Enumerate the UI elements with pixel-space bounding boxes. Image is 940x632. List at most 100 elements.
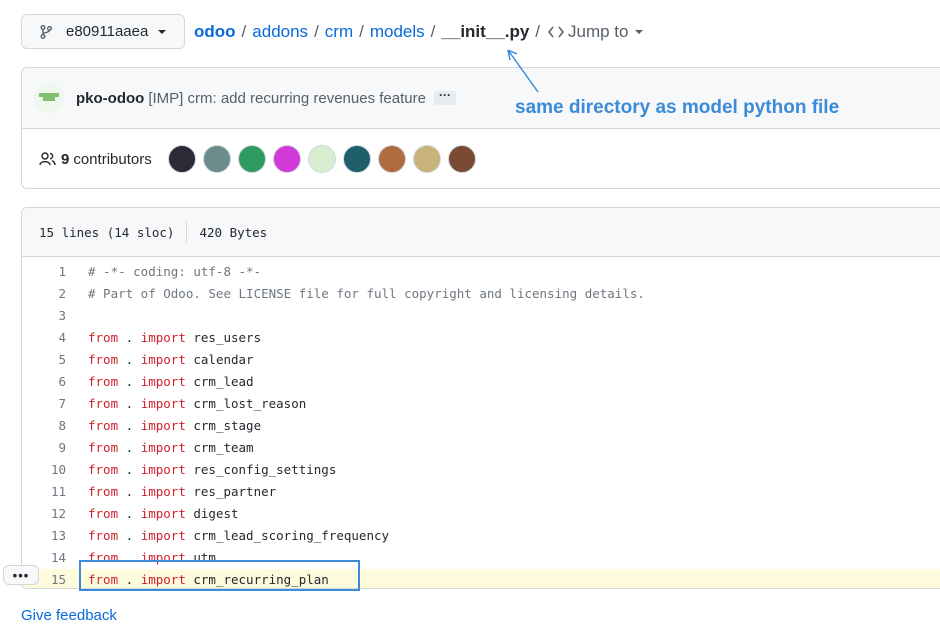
code-block: 1 # -*- coding: utf-8 -*- 2 # Part of Odoo.… xyxy=(22,257,940,588)
code-text: calendar xyxy=(185,352,254,367)
avatar[interactable] xyxy=(34,83,64,113)
file-size: 420 Bytes xyxy=(199,224,268,240)
line-number[interactable]: 11 xyxy=(22,481,66,503)
line-source: from . import crm_lost_reason xyxy=(88,393,306,415)
line-source: from . import crm_lead_scoring_frequency xyxy=(88,525,389,547)
branch-name: e80911aaea xyxy=(66,23,149,40)
contributor-avatar[interactable] xyxy=(412,145,441,173)
annotation-highlight-box xyxy=(79,560,360,591)
line-source: from . import crm_team xyxy=(88,437,254,459)
contributor-avatars xyxy=(167,145,483,173)
code-text: res_partner xyxy=(185,484,277,499)
jump-to-label: Jump to xyxy=(568,22,629,41)
code-text: crm_lost_reason xyxy=(185,396,307,411)
code-keyword: import xyxy=(140,396,186,411)
code-line: 2 # Part of Odoo. See LICENSE file for fu… xyxy=(22,283,940,305)
code-keyword: from xyxy=(88,462,119,477)
code-keyword: import xyxy=(140,484,186,499)
contributor-avatar[interactable] xyxy=(272,145,301,173)
code-text: . xyxy=(118,440,141,455)
code-text: crm_lead_scoring_frequency xyxy=(185,528,390,543)
code-text: . xyxy=(118,506,141,521)
commit-author-link[interactable]: pko-odoo xyxy=(76,90,144,107)
file-info-bar: 15 lines (14 sloc) 420 Bytes xyxy=(22,208,940,257)
line-source: # -*- coding: utf-8 -*- xyxy=(88,261,261,283)
code-icon xyxy=(548,25,564,39)
contributor-avatar[interactable] xyxy=(202,145,231,173)
breadcrumb-repo-link[interactable]: odoo xyxy=(194,22,236,42)
line-number[interactable]: 7 xyxy=(22,393,66,415)
chevron-down-icon xyxy=(634,30,643,34)
jump-to-button[interactable]: Jump to xyxy=(548,22,643,42)
code-keyword: import xyxy=(140,528,186,543)
line-number[interactable]: 2 xyxy=(22,283,66,305)
contributors-count[interactable]: 9 xyxy=(61,151,69,168)
line-source: from . import res_partner xyxy=(88,481,276,503)
code-line: 6 from . import crm_lead xyxy=(22,371,940,393)
line-options-button[interactable]: ••• xyxy=(3,565,39,585)
code-text: crm_lead xyxy=(185,374,254,389)
breadcrumb-models-link[interactable]: models xyxy=(370,22,425,42)
code-keyword: from xyxy=(88,374,119,389)
line-number[interactable]: 9 xyxy=(22,437,66,459)
code-text: res_config_settings xyxy=(185,462,337,477)
commit-message-link[interactable]: [IMP] crm: add recurring revenues featur… xyxy=(148,90,426,107)
file-lines-info: 15 lines (14 sloc) xyxy=(39,224,175,240)
code-comment: # Part of Odoo. See LICENSE file for ful… xyxy=(88,286,645,301)
line-number[interactable]: 6 xyxy=(22,371,66,393)
code-line: 12 from . import digest xyxy=(22,503,940,525)
contributor-avatar[interactable] xyxy=(447,145,476,173)
give-feedback-link[interactable]: Give feedback xyxy=(21,607,117,624)
line-source: from . import calendar xyxy=(88,349,254,371)
code-text: crm_team xyxy=(185,440,254,455)
contributor-avatar[interactable] xyxy=(307,145,336,173)
code-text: crm_stage xyxy=(185,418,262,433)
contributors-label[interactable]: contributors xyxy=(73,151,151,168)
line-number[interactable]: 3 xyxy=(22,305,66,327)
code-keyword: from xyxy=(88,396,119,411)
code-comment: # -*- coding: utf-8 -*- xyxy=(88,264,262,279)
line-number[interactable]: 10 xyxy=(22,459,66,481)
line-number[interactable]: 1 xyxy=(22,261,66,283)
line-source: from . import res_users xyxy=(88,327,261,349)
line-source: # Part of Odoo. See LICENSE file for ful… xyxy=(88,283,645,305)
code-text: . xyxy=(118,418,141,433)
code-text: . xyxy=(118,528,141,543)
latest-commit-box: pko-odoo [IMP] crm: add recurring revenu… xyxy=(21,67,940,189)
code-line: 7 from . import crm_lost_reason xyxy=(22,393,940,415)
line-number[interactable]: 4 xyxy=(22,327,66,349)
annotation-text: same directory as model python file xyxy=(515,97,840,118)
code-line: 5 from . import calendar xyxy=(22,349,940,371)
code-keyword: from xyxy=(88,484,119,499)
chevron-down-icon xyxy=(158,29,167,34)
line-number[interactable]: 12 xyxy=(22,503,66,525)
contributor-avatar[interactable] xyxy=(377,145,406,173)
code-line: 3 xyxy=(22,305,940,327)
breadcrumb-crm-link[interactable]: crm xyxy=(325,22,353,42)
line-source: from . import digest xyxy=(88,503,239,525)
code-line: 4 from . import res_users xyxy=(22,327,940,349)
code-text: . xyxy=(118,462,141,477)
breadcrumb-separator: / xyxy=(535,22,541,41)
code-text: . xyxy=(118,374,141,389)
contributor-avatar[interactable] xyxy=(342,145,371,173)
breadcrumb-separator: / xyxy=(430,22,436,41)
contributor-avatar[interactable] xyxy=(167,145,196,173)
breadcrumb-addons-link[interactable]: addons xyxy=(252,22,308,42)
code-text: . xyxy=(118,396,141,411)
code-keyword: import xyxy=(140,352,186,367)
code-keyword: import xyxy=(140,330,186,345)
contributor-avatar[interactable] xyxy=(237,145,266,173)
line-number[interactable]: 13 xyxy=(22,525,66,547)
line-number[interactable]: 5 xyxy=(22,349,66,371)
code-keyword: from xyxy=(88,528,119,543)
branch-selector-button[interactable]: e80911aaea xyxy=(21,14,185,49)
breadcrumb-separator: / xyxy=(241,22,247,41)
expand-commit-message-button[interactable]: ··· xyxy=(433,89,456,105)
file-viewer: 15 lines (14 sloc) 420 Bytes 1 # -*- codi… xyxy=(21,207,940,589)
line-source: from . import res_config_settings xyxy=(88,459,336,481)
breadcrumb-separator: / xyxy=(359,22,364,41)
code-text: . xyxy=(118,352,141,367)
git-branch-icon xyxy=(38,24,54,40)
line-number[interactable]: 8 xyxy=(22,415,66,437)
